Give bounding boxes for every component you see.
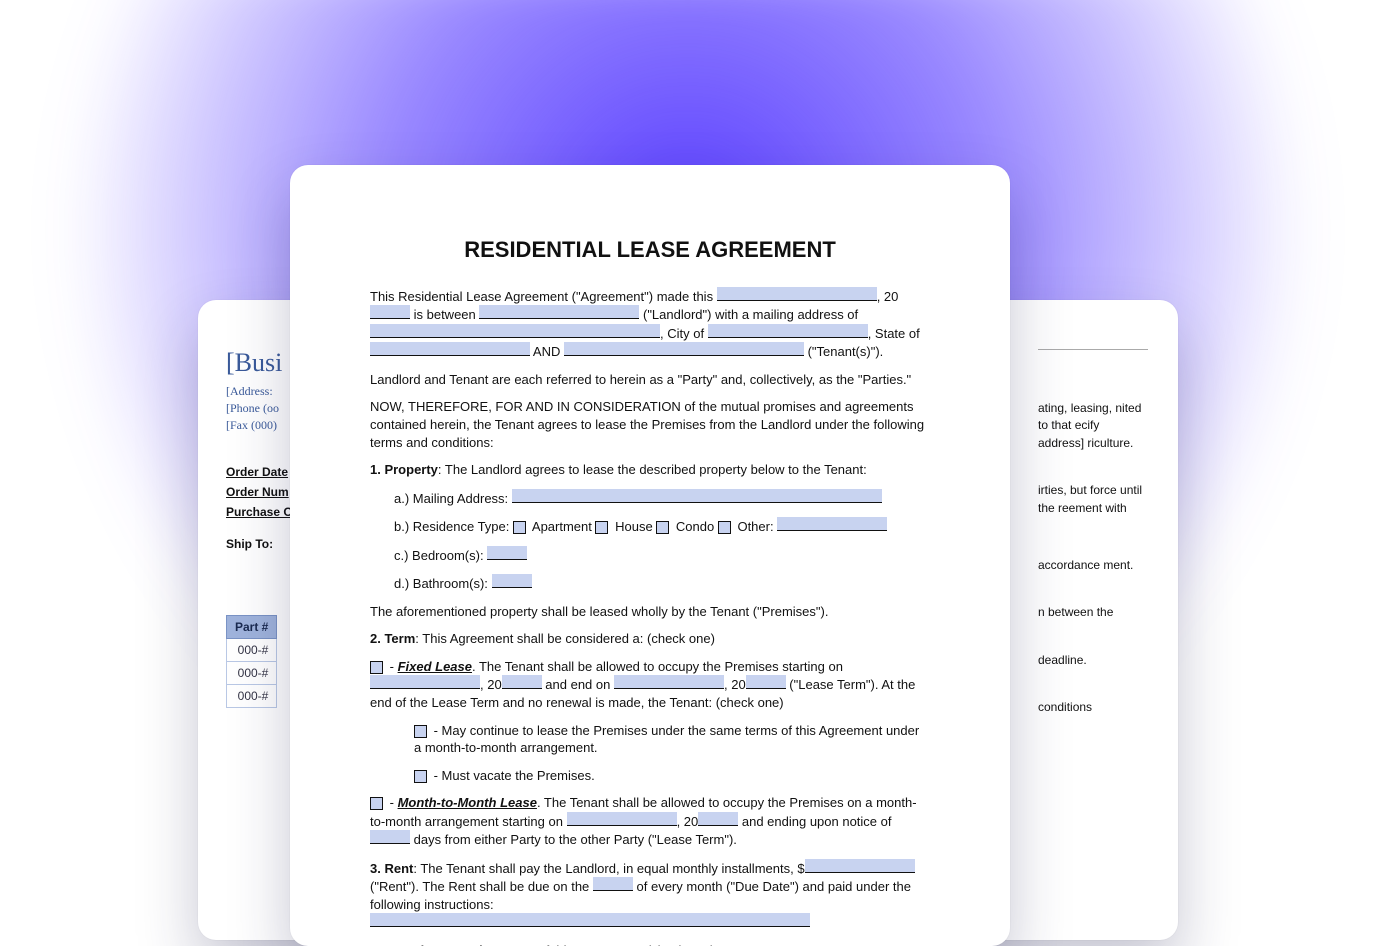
property-details: a.) Mailing Address: b.) Residence Type:…	[370, 489, 930, 593]
ship-to-label: Ship To:	[226, 537, 273, 551]
mailing-address-line: a.) Mailing Address:	[394, 489, 930, 508]
blank-date[interactable]	[717, 287, 877, 301]
blank-mailing-address[interactable]	[512, 489, 882, 503]
text: a.) Mailing Address:	[394, 491, 512, 506]
month-to-month-option: - Month-to-Month Lease. The Tenant shall…	[370, 794, 930, 849]
text: and ending upon notice of	[738, 814, 891, 829]
bedrooms-line: c.) Bedroom(s):	[394, 546, 930, 565]
blank-city[interactable]	[708, 324, 868, 338]
blank-tenant[interactable]	[564, 342, 804, 356]
fixed-continue-option: - May continue to lease the Premises und…	[414, 722, 930, 757]
fixed-lease-option: - Fixed Lease. The Tenant shall be allow…	[370, 658, 930, 712]
contract-snippet: irties, but force until the reement with	[1038, 482, 1146, 517]
text: ("Rent"). The Rent shall be due on the	[370, 879, 593, 894]
parts-table: Part # 000-# 000-# 000-#	[226, 615, 277, 708]
front-document-lease: RESIDENTIAL LEASE AGREEMENT This Residen…	[290, 165, 1010, 946]
blank-m2m-year[interactable]	[698, 812, 738, 826]
blank-end-date[interactable]	[614, 675, 724, 689]
text: : The Landlord agrees to lease the descr…	[438, 462, 867, 477]
blank-landlord[interactable]	[479, 305, 639, 319]
residence-type-line: b.) Residence Type: Apartment House Cond…	[394, 517, 930, 536]
blank-instructions[interactable]	[370, 913, 810, 927]
checkbox-m2m[interactable]	[370, 797, 383, 810]
intro-paragraph: This Residential Lease Agreement ("Agree…	[370, 287, 930, 361]
parties-paragraph: Landlord and Tenant are each referred to…	[370, 371, 930, 389]
blank-address[interactable]	[370, 324, 660, 338]
checkbox-condo[interactable]	[656, 521, 669, 534]
text: : The Tenant shall pay the Landlord, in …	[413, 861, 804, 876]
section-3: 3. Rent: The Tenant shall pay the Landlo…	[370, 859, 930, 932]
contract-snippet: accordance ment.	[1038, 557, 1146, 574]
contract-snippet: ating, leasing, nited to that ecify addr…	[1038, 400, 1146, 452]
section-4: 4. Security Deposit: As part of this Agr…	[370, 942, 930, 946]
text: . The Tenant shall be allowed to occupy …	[472, 659, 843, 674]
checkbox-house[interactable]	[595, 521, 608, 534]
text: c.) Bedroom(s):	[394, 548, 487, 563]
contract-snippet: conditions	[1038, 699, 1146, 716]
divider	[1038, 348, 1148, 350]
checkbox-apartment[interactable]	[513, 521, 526, 534]
text: , 20	[724, 677, 746, 692]
checkbox-other[interactable]	[718, 521, 731, 534]
blank-notice-days[interactable]	[370, 830, 410, 844]
text: days from either Party to the other Part…	[410, 832, 737, 847]
blank-bathrooms[interactable]	[492, 574, 532, 588]
text: ("Landlord") with a mailing address of	[639, 307, 858, 322]
blank-start-date[interactable]	[370, 675, 480, 689]
fixed-lease-label: Fixed Lease	[398, 659, 472, 674]
document-title: RESIDENTIAL LEASE AGREEMENT	[370, 235, 930, 265]
text: d.) Bathroom(s):	[394, 576, 492, 591]
blank-bedrooms[interactable]	[487, 546, 527, 560]
m2m-label: Month-to-Month Lease	[398, 795, 537, 810]
text: , 20	[877, 289, 899, 304]
blank-due-day[interactable]	[593, 877, 633, 891]
blank-rent-amount[interactable]	[805, 859, 915, 873]
checkbox-fixed-lease[interactable]	[370, 661, 383, 674]
text: Apartment	[529, 519, 595, 534]
part-header: Part #	[227, 616, 277, 639]
blank-year[interactable]	[370, 305, 410, 319]
section-2-lead: 2. Term	[370, 631, 415, 646]
text: Other:	[734, 519, 777, 534]
text: House	[611, 519, 656, 534]
text: , State of	[868, 326, 920, 341]
blank-other[interactable]	[777, 517, 887, 531]
blank-m2m-start[interactable]	[567, 812, 677, 826]
section-2: 2. Term: This Agreement shall be conside…	[370, 630, 930, 648]
text: : This Agreement shall be considered a: …	[415, 631, 715, 646]
blank-state[interactable]	[370, 342, 530, 356]
contract-snippet: deadline.	[1038, 652, 1146, 669]
blank-end-year[interactable]	[746, 675, 786, 689]
text: , 20	[677, 814, 699, 829]
text: , City of	[660, 326, 708, 341]
text: and end on	[542, 677, 614, 692]
text: - May continue to lease the Premises und…	[414, 723, 919, 756]
fixed-vacate-option: - Must vacate the Premises.	[414, 767, 930, 785]
section-3-lead: 3. Rent	[370, 861, 413, 876]
premises-paragraph: The aforementioned property shall be lea…	[370, 603, 930, 621]
table-row: 000-#	[227, 639, 277, 662]
now-therefore-paragraph: NOW, THEREFORE, FOR AND IN CONSIDERATION…	[370, 398, 930, 451]
checkbox-vacate[interactable]	[414, 770, 427, 783]
contract-snippet: n between the	[1038, 604, 1146, 621]
blank-start-year[interactable]	[502, 675, 542, 689]
table-row: 000-#	[227, 662, 277, 685]
text: AND	[530, 344, 564, 359]
text: b.) Residence Type:	[394, 519, 513, 534]
bathrooms-line: d.) Bathroom(s):	[394, 574, 930, 593]
section-1-lead: 1. Property	[370, 462, 438, 477]
text: ("Tenant(s)").	[804, 344, 883, 359]
checkbox-continue[interactable]	[414, 725, 427, 738]
text: - Must vacate the Premises.	[430, 768, 595, 783]
text: is between	[410, 307, 479, 322]
fixed-lease-sub-options: - May continue to lease the Premises und…	[370, 722, 930, 785]
text: , 20	[480, 677, 502, 692]
section-1: 1. Property: The Landlord agrees to leas…	[370, 461, 930, 479]
table-row: 000-#	[227, 685, 277, 708]
text: Condo	[672, 519, 718, 534]
text: This Residential Lease Agreement ("Agree…	[370, 289, 717, 304]
